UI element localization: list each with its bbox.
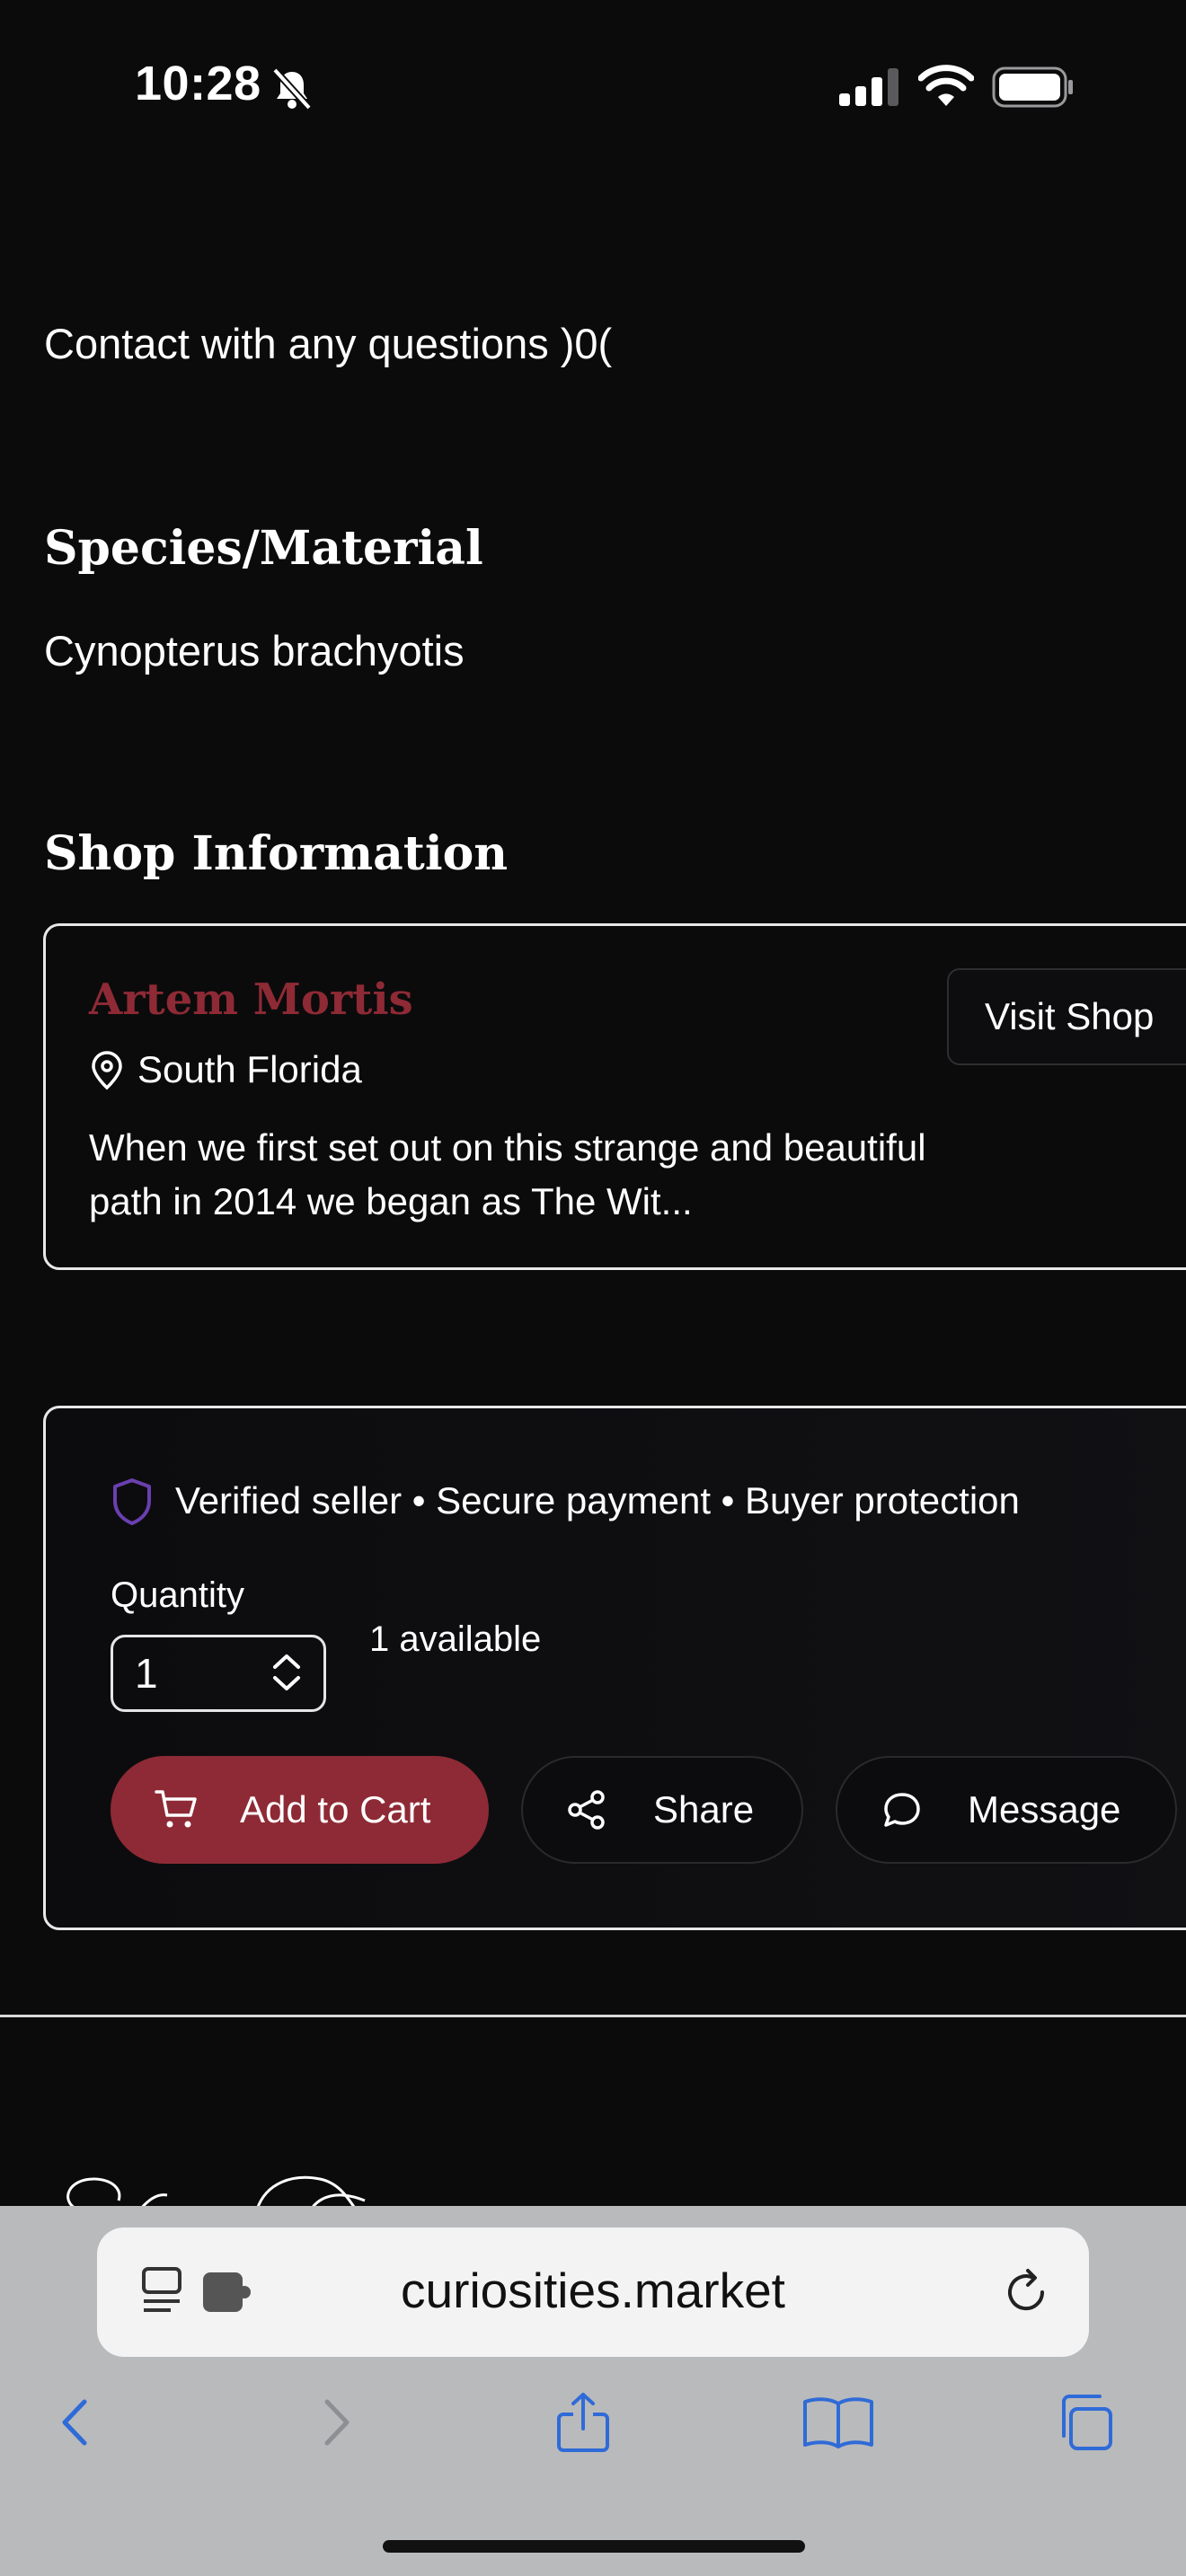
species-heading: Species/Material <box>44 521 483 576</box>
shop-location: South Florida <box>137 1048 362 1090</box>
visit-shop-button[interactable]: Visit Shop <box>947 968 1186 1065</box>
bookmarks-icon[interactable] <box>800 2391 877 2454</box>
shop-name[interactable]: Artem Mortis <box>89 975 413 1025</box>
location-pin-icon <box>92 1051 122 1090</box>
share-sheet-icon[interactable] <box>552 2391 615 2454</box>
home-indicator[interactable] <box>383 2540 805 2553</box>
status-time: 10:28 <box>135 57 261 110</box>
section-divider <box>0 2015 1186 2017</box>
forward-arrow-icon[interactable] <box>304 2391 367 2454</box>
cellular-signal-icon <box>839 68 898 106</box>
quantity-label: Quantity <box>111 1575 244 1615</box>
share-label[interactable]: Share <box>653 1788 754 1831</box>
shield-icon <box>113 1478 151 1525</box>
species-value: Cynopterus brachyotis <box>44 627 465 675</box>
trust-line: Verified seller • Secure payment • Buyer… <box>175 1479 1020 1522</box>
chat-bubble-icon <box>884 1793 920 1827</box>
shop-description: When we first set out on this strange an… <box>89 1126 926 1222</box>
cart-icon <box>155 1790 197 1828</box>
add-to-cart-label[interactable]: Add to Cart <box>240 1788 430 1831</box>
quantity-value[interactable]: 1 <box>135 1649 158 1698</box>
back-arrow-icon[interactable] <box>45 2391 108 2454</box>
message-label[interactable]: Message <box>968 1788 1120 1831</box>
silent-bell-icon <box>272 67 312 110</box>
battery-icon <box>992 66 1073 108</box>
stepper-arrows-icon[interactable] <box>268 1649 305 1696</box>
available-count: 1 available <box>369 1619 542 1659</box>
script-heading-fragment <box>66 2175 366 2210</box>
tabs-overview-icon[interactable] <box>1053 2391 1116 2454</box>
contact-text: Contact with any questions )0( <box>44 320 613 367</box>
share-nodes-icon <box>568 1790 605 1830</box>
wifi-icon <box>918 65 974 106</box>
shop-heading: Shop Information <box>44 826 509 881</box>
reload-icon[interactable] <box>999 2265 1053 2319</box>
